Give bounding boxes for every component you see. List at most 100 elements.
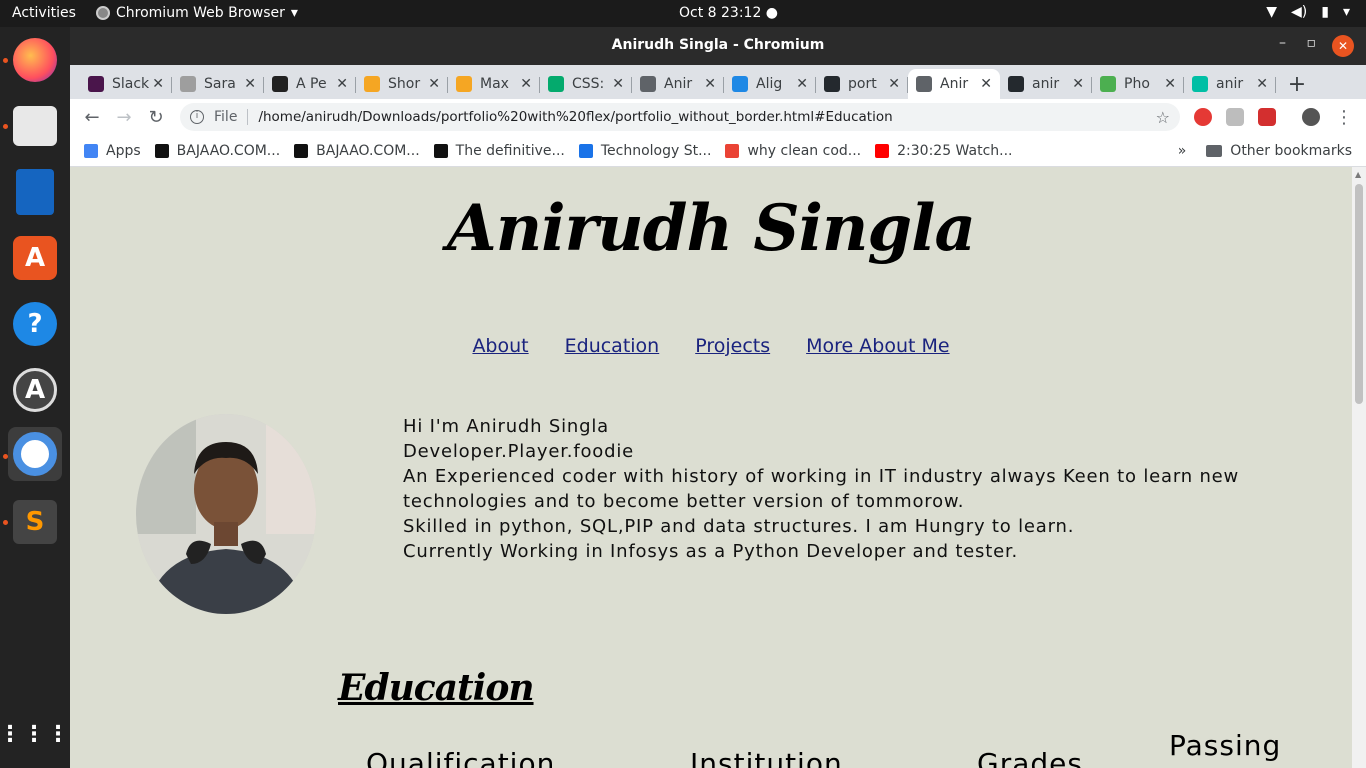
updater-icon: A [13,368,57,412]
tab-close-icon[interactable]: ✕ [1164,76,1176,92]
tab-favicon-icon [1008,76,1024,92]
app-menu-label: Chromium Web Browser [116,5,285,21]
nav-link-about[interactable]: About [472,335,528,357]
maximize-button[interactable]: ▫ [1307,35,1317,51]
browser-tab[interactable]: Max ✕ [448,69,540,99]
tab-close-icon[interactable]: ✕ [704,76,716,92]
scroll-up-icon[interactable]: ▲ [1355,170,1361,179]
chromium-icon [13,432,57,476]
browser-tab[interactable]: Pho ✕ [1092,69,1184,99]
bookmark-label: BAJAAO.COM... [176,142,281,159]
chevron-down-icon: ▾ [1342,4,1350,20]
tab-close-icon[interactable]: ✕ [520,76,532,92]
browser-tab[interactable]: Sara ✕ [172,69,264,99]
table-header-grades: Grades [977,747,1083,768]
dock-writer[interactable] [8,165,62,219]
bookmark-favicon-icon [154,143,169,158]
volume-icon: ◀) [1291,4,1308,20]
browser-tab[interactable]: Anir ✕ [632,69,724,99]
scrollbar-thumb[interactable] [1355,184,1363,404]
tab-close-icon[interactable]: ✕ [244,76,256,92]
browser-tab[interactable]: Anir ✕ [908,69,1000,99]
dock-files[interactable] [8,99,62,153]
tab-close-icon[interactable]: ✕ [1072,76,1084,92]
reload-button[interactable]: ↻ [140,101,172,133]
address-bar[interactable]: i File /home/anirudh/Downloads/portfolio… [180,103,1180,131]
clock[interactable]: Oct 8 23:12 ● [679,5,778,21]
dock-sublime[interactable]: S [8,495,62,549]
minimize-button[interactable]: – [1279,35,1286,51]
new-tab-button[interactable]: + [1282,69,1312,99]
dock-help[interactable]: ? [8,297,62,351]
browser-tab[interactable]: port ✕ [816,69,908,99]
other-bookmarks[interactable]: Other bookmarks [1230,143,1352,159]
browser-tab[interactable]: Slack ✕ [80,69,172,99]
more-bookmarks-button[interactable]: » [1178,143,1187,159]
tab-label: Slack [112,76,150,92]
tab-close-icon[interactable]: ✕ [612,76,624,92]
tab-strip: Slack ✕ Sara ✕ A Pe ✕ Shor ✕ Max ✕ CSS: ✕ Anir ✕ Alig ✕… [70,65,1366,99]
table-header-qualification: Qualification [366,747,556,768]
extension-icon[interactable] [1226,108,1244,126]
browser-tab[interactable]: anir ✕ [1184,69,1276,99]
profile-avatar[interactable] [1302,108,1320,126]
bookmark-item[interactable]: BAJAAO.COM... [294,143,420,159]
browser-tab[interactable]: CSS: ✕ [540,69,632,99]
bookmark-item[interactable]: The definitive... [433,143,565,159]
bookmark-item[interactable]: 2:30:25 Watch... [875,143,1013,159]
forward-button[interactable]: → [108,101,140,133]
activities-button[interactable]: Activities [12,5,76,21]
tab-close-icon[interactable]: ✕ [1256,76,1268,92]
bookmark-star-icon[interactable]: ☆ [1156,108,1170,127]
extension-icon[interactable] [1258,108,1276,126]
dock-updater[interactable]: A [8,363,62,417]
bookmark-item[interactable]: BAJAAO.COM... [154,142,281,159]
tab-close-icon[interactable]: ✕ [336,76,348,92]
back-button[interactable]: ← [76,101,108,133]
tab-close-icon[interactable]: ✕ [152,76,164,92]
battery-icon: ▮ [1321,4,1329,20]
browser-tab[interactable]: anir ✕ [1000,69,1092,99]
bookmark-item[interactable]: Technology St... [578,143,711,159]
page-scrollbar[interactable]: ▲ [1352,167,1366,768]
adblock-extension-icon[interactable] [1194,108,1212,126]
tab-favicon-icon [456,76,472,92]
tab-close-icon[interactable]: ✕ [888,76,900,92]
browser-tab[interactable]: Alig ✕ [724,69,816,99]
bookmarks-right: » Other bookmarks [1178,143,1352,159]
tab-label: Pho [1124,76,1150,92]
nav-link-more-about-me[interactable]: More About Me [806,335,949,357]
nav-link-projects[interactable]: Projects [695,335,770,357]
system-top-bar: Activities Chromium Web Browser ▾ Oct 8 … [0,0,1366,27]
intro-skills: Skilled in python, SQL,PIP and data stru… [403,516,1075,537]
page-nav: About Education Projects More About Me [70,335,1352,357]
browser-tab[interactable]: A Pe ✕ [264,69,356,99]
dock-firefox[interactable] [8,33,62,87]
bookmark-item[interactable]: why clean cod... [725,143,861,159]
tab-close-icon[interactable]: ✕ [980,76,992,92]
tab-close-icon[interactable]: ✕ [796,76,808,92]
toolbar: ← → ↻ i File /home/anirudh/Downloads/por… [70,99,1366,135]
info-icon[interactable]: i [190,110,204,124]
tab-favicon-icon [640,76,656,92]
close-button[interactable]: ✕ [1332,35,1354,57]
tab-favicon-icon [548,76,564,92]
intro-tagline: Developer.Player.foodie [403,441,634,462]
system-tray[interactable]: ▼ ◀) ▮ ▾ [1266,4,1350,20]
bookmark-favicon-icon [294,143,309,158]
tab-label: Max [480,76,509,92]
url-text[interactable]: /home/anirudh/Downloads/portfolio%20with… [258,109,892,125]
app-menu[interactable]: Chromium Web Browser ▾ [96,5,298,21]
tab-close-icon[interactable]: ✕ [428,76,440,92]
education-heading: Education [338,667,535,709]
page-content: Anirudh Singla About Education Projects … [70,167,1366,768]
dock-show-apps[interactable]: ⋮⋮⋮ [0,707,69,761]
browser-tab[interactable]: Shor ✕ [356,69,448,99]
menu-icon[interactable]: ⋮ [1328,101,1360,133]
nav-link-education[interactable]: Education [565,335,660,357]
title-bar: Anirudh Singla - Chromium – ▫ ✕ [70,27,1366,65]
tab-label: Shor [388,76,421,92]
dock-chromium[interactable] [8,427,62,481]
bookmark-item[interactable]: Apps [84,143,141,159]
dock-software[interactable]: A [8,231,62,285]
